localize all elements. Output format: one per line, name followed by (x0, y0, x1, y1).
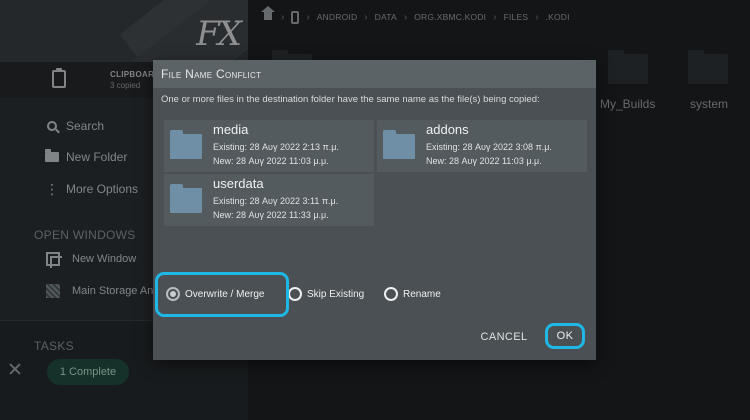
conflict-item-addons: addons Existing: 28 Αυγ 2022 3:08 π.μ. N… (377, 120, 587, 172)
ok-button[interactable]: OK (545, 323, 585, 349)
radio-unselected-icon[interactable] (288, 287, 302, 301)
conflict-existing: Existing: 28 Αυγ 2022 3:08 π.μ. (426, 142, 552, 152)
skip-existing-option[interactable]: Skip Existing (288, 286, 364, 302)
cancel-button[interactable]: CANCEL (475, 327, 533, 347)
folder-icon (383, 130, 415, 159)
rename-label: Rename (403, 288, 441, 300)
conflict-new: New: 28 Αυγ 2022 11:03 μ.μ. (213, 156, 329, 166)
rename-option[interactable]: Rename (384, 286, 441, 302)
conflict-name: media (213, 122, 249, 137)
selected-option-highlight (155, 272, 289, 317)
conflict-item-media: media Existing: 28 Αυγ 2022 2:13 π.μ. Ne… (164, 120, 374, 172)
conflict-existing: Existing: 28 Αυγ 2022 3:11 π.μ. (213, 196, 339, 206)
conflict-name: userdata (213, 176, 264, 191)
conflict-name: addons (426, 122, 469, 137)
conflict-item-userdata: userdata Existing: 28 Αυγ 2022 3:11 π.μ.… (164, 174, 374, 226)
folder-icon (170, 130, 202, 159)
dialog-title: File Name Conflict (153, 60, 596, 88)
conflict-existing: Existing: 28 Αυγ 2022 2:13 π.μ. (213, 142, 339, 152)
conflict-new: New: 28 Αυγ 2022 11:03 μ.μ. (426, 156, 542, 166)
dialog-message: One or more files in the destination fol… (161, 94, 540, 105)
skip-existing-label: Skip Existing (307, 288, 365, 300)
folder-icon (170, 184, 202, 213)
radio-unselected-icon[interactable] (384, 287, 398, 301)
conflict-new: New: 28 Αυγ 2022 11:33 μ.μ. (213, 210, 329, 220)
